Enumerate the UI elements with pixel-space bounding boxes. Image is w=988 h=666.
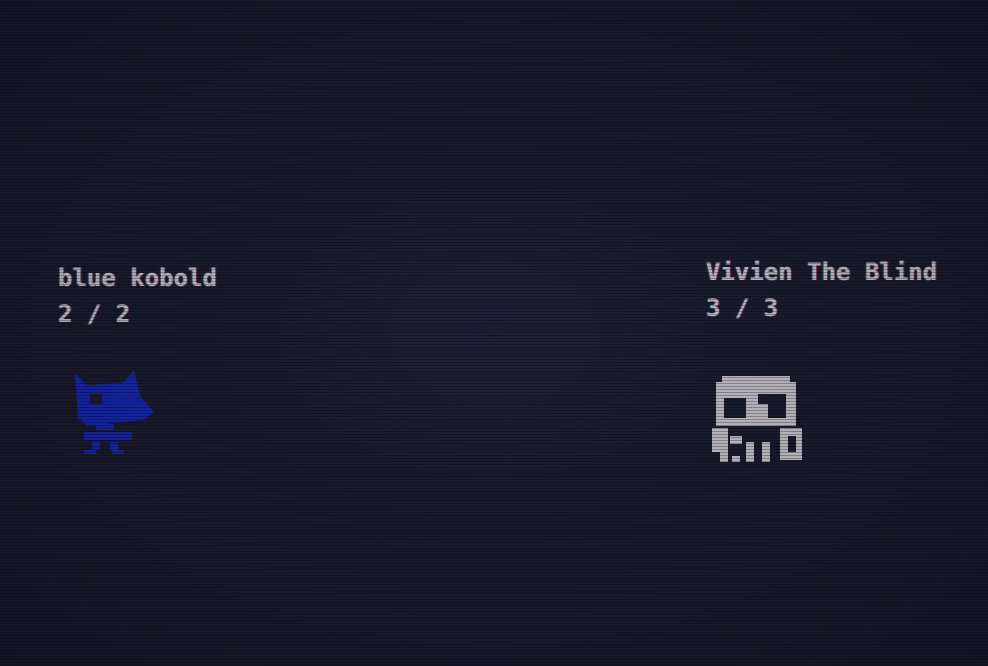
unit-hp: 2 / 2	[58, 300, 131, 328]
crt-scanlines-overlay	[0, 0, 988, 666]
unit-name: Vivien The Blind	[706, 258, 938, 286]
enemy-unit-vivien-the-blind: Vivien The Blind 3 / 3	[706, 254, 937, 326]
unit-name: blue kobold	[58, 264, 217, 292]
vignette-overlay	[0, 0, 988, 666]
enemy-unit-blue-kobold: blue kobold 2 / 2	[58, 260, 217, 332]
skull-icon[interactable]	[710, 372, 806, 473]
unit-hp: 3 / 3	[706, 294, 779, 322]
game-screen: blue kobold 2 / 2 Vivien The Blind 3 / 3	[0, 0, 988, 666]
kobold-icon[interactable]	[68, 366, 158, 467]
